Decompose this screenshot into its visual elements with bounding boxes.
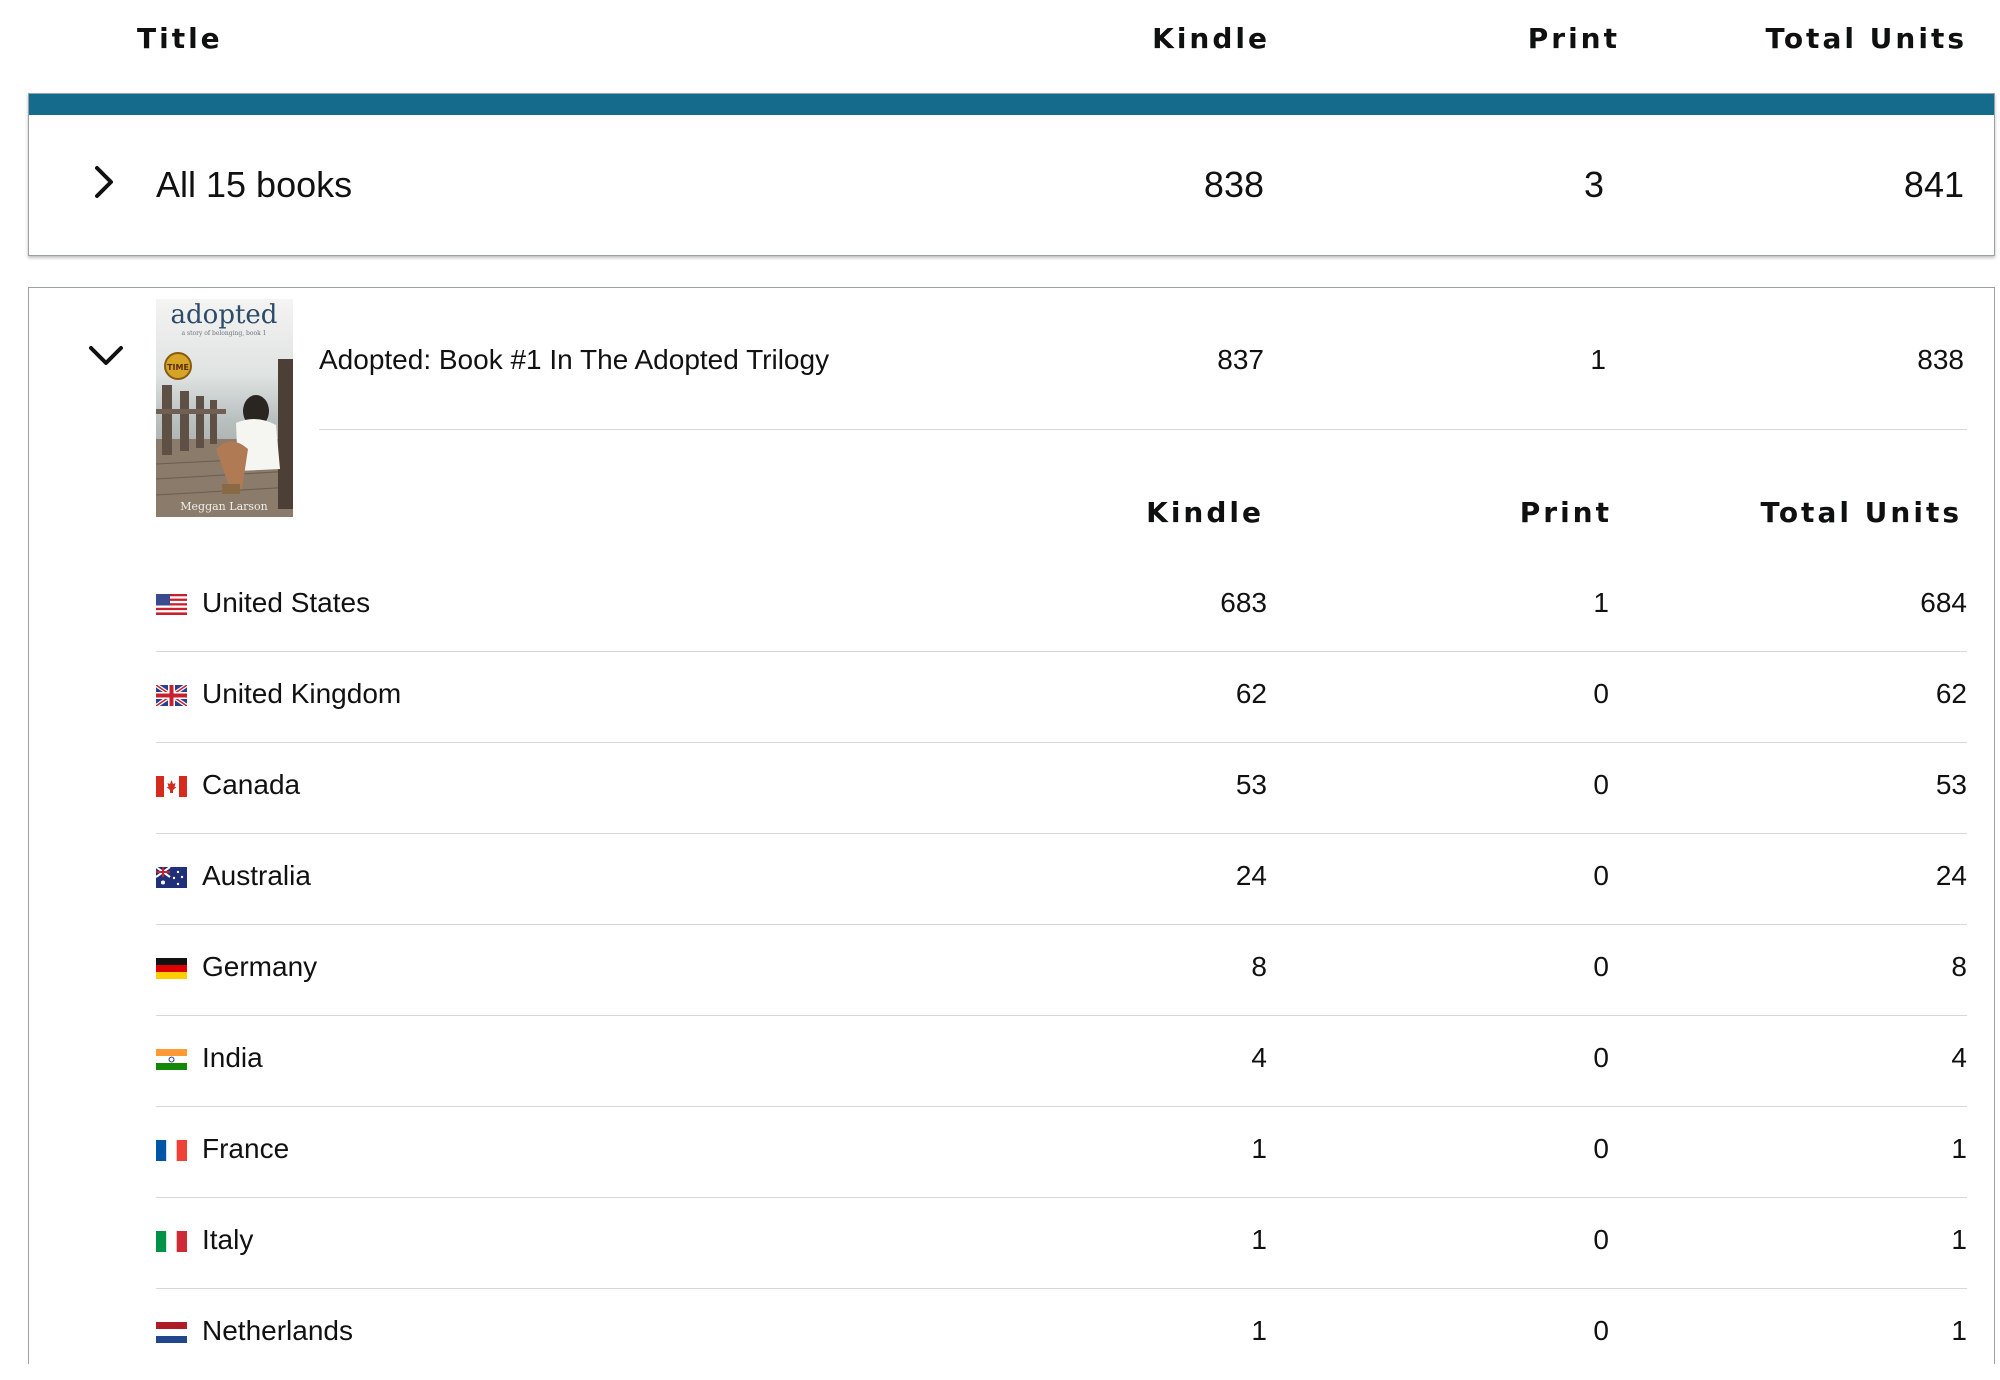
country-print-count: 0 — [1593, 951, 1609, 982]
sub-header-total-units: Total Units — [1760, 496, 1962, 529]
country-kindle-count: 1 — [1251, 1133, 1267, 1164]
cover-title: adopted — [171, 300, 278, 330]
country-row: India 4 0 4 — [156, 1016, 1967, 1107]
country-name: United Kingdom — [202, 678, 402, 709]
all-books-print-count: 3 — [1583, 164, 1604, 205]
all-books-kindle-count: 838 — [1203, 164, 1264, 205]
book-cover-image[interactable]: TIME adopted a story of belonging, book … — [156, 299, 293, 517]
cover-tagline: a story of belonging, book 1 — [182, 330, 267, 337]
country-kindle-count: 8 — [1251, 951, 1267, 982]
country-row: Italy 1 0 1 — [156, 1198, 1967, 1289]
divider — [319, 429, 1967, 430]
ca-flag-icon — [156, 776, 187, 797]
country-print-count: 0 — [1593, 769, 1609, 800]
chevron-down-icon[interactable] — [87, 340, 125, 372]
uk-flag-icon — [156, 685, 187, 706]
cover-author: Meggan Larson — [180, 500, 267, 513]
accent-bar — [29, 94, 1994, 115]
sub-header-print: Print — [1519, 496, 1612, 529]
us-flag-icon — [156, 594, 187, 615]
country-kindle-count: 4 — [1251, 1042, 1267, 1073]
country-total-count: 62 — [1935, 678, 1967, 709]
book-title[interactable]: Adopted: Book #1 In The Adopted Trilogy — [319, 344, 829, 376]
country-print-count: 0 — [1593, 678, 1609, 709]
country-name: Germany — [202, 951, 318, 982]
column-header-print[interactable]: Print — [1528, 22, 1620, 55]
book-cover-art: TIME adopted a story of belonging, book … — [156, 299, 293, 517]
country-kindle-count: 53 — [1235, 769, 1267, 800]
country-name: Canada — [202, 769, 301, 800]
country-name: India — [202, 1042, 263, 1073]
book-total-count: 838 — [1917, 344, 1964, 375]
chevron-right-icon[interactable] — [85, 164, 121, 200]
country-print-count: 0 — [1593, 1133, 1609, 1164]
all-books-total-count: 841 — [1903, 164, 1964, 205]
in-flag-icon — [156, 1049, 187, 1070]
country-kindle-count: 1 — [1251, 1224, 1267, 1255]
country-total-count: 684 — [1920, 587, 1967, 618]
country-print-count: 1 — [1593, 587, 1609, 618]
column-header-kindle[interactable]: Kindle — [1152, 22, 1270, 55]
country-row: United States 683 1 684 — [156, 561, 1967, 652]
all-books-label: All 15 books — [156, 164, 353, 205]
country-name: United States — [202, 587, 371, 618]
country-total-count: 1 — [1951, 1133, 1967, 1164]
country-total-count: 8 — [1951, 951, 1967, 982]
book-panel: TIME adopted a story of belonging, book … — [28, 287, 1995, 1364]
country-row: Germany 8 0 8 — [156, 925, 1967, 1016]
book-kindle-count: 837 — [1217, 344, 1264, 375]
book-print-count: 1 — [1590, 344, 1606, 375]
country-name: Netherlands — [202, 1315, 353, 1346]
country-total-count: 24 — [1935, 860, 1967, 891]
country-row: United Kingdom 62 0 62 — [156, 652, 1967, 743]
sub-header-kindle: Kindle — [1146, 496, 1264, 529]
country-kindle-count: 1 — [1251, 1315, 1267, 1346]
country-kindle-count: 683 — [1220, 587, 1267, 618]
country-total-count: 1 — [1951, 1224, 1967, 1255]
country-print-count: 0 — [1593, 1042, 1609, 1073]
svg-text:TIME: TIME — [167, 363, 189, 372]
country-total-count: 1 — [1951, 1315, 1967, 1346]
country-print-count: 0 — [1593, 1315, 1609, 1346]
it-flag-icon — [156, 1231, 187, 1252]
country-row: Australia 24 0 24 — [156, 834, 1967, 925]
country-row: Netherlands 1 0 1 — [156, 1289, 1967, 1380]
nl-flag-icon — [156, 1322, 187, 1343]
country-row: France 1 0 1 — [156, 1107, 1967, 1198]
country-name: Italy — [202, 1224, 254, 1255]
country-total-count: 4 — [1951, 1042, 1967, 1073]
country-row: Canada 53 0 53 — [156, 743, 1967, 834]
column-header-title[interactable]: Title — [137, 22, 223, 55]
country-print-count: 0 — [1593, 1224, 1609, 1255]
fr-flag-icon — [156, 1140, 187, 1161]
all-books-row[interactable]: All 15 books 838 3 841 — [28, 93, 1995, 256]
country-name: France — [202, 1133, 290, 1164]
country-print-count: 0 — [1593, 860, 1609, 891]
country-name: Australia — [202, 860, 311, 891]
country-total-count: 53 — [1935, 769, 1967, 800]
country-kindle-count: 24 — [1235, 860, 1267, 891]
au-flag-icon — [156, 867, 187, 888]
de-flag-icon — [156, 958, 187, 979]
country-kindle-count: 62 — [1235, 678, 1267, 709]
column-header-total-units[interactable]: Total Units — [1765, 22, 1967, 55]
